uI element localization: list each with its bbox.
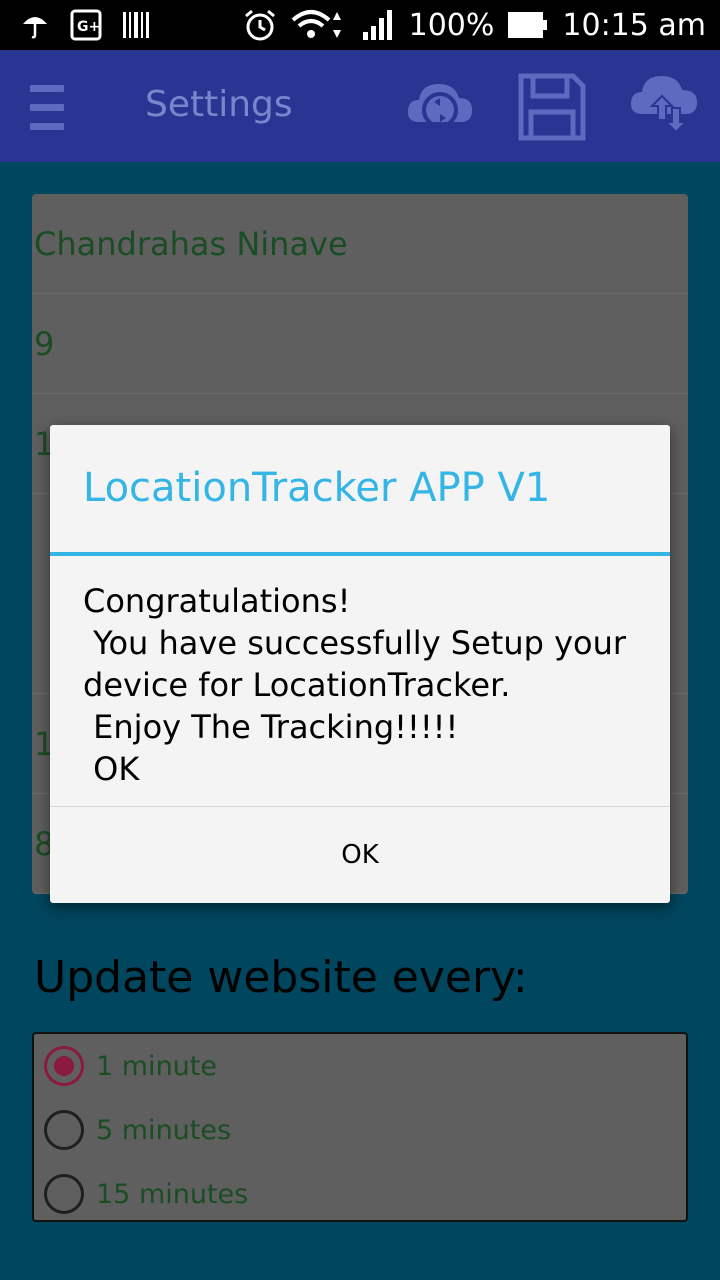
dialog-message-line: Congratulations! <box>83 582 351 620</box>
cloud-sync-icon[interactable] <box>405 72 475 142</box>
app-bar: Settings <box>0 50 720 162</box>
alarm-icon <box>244 9 275 41</box>
status-bar: G+ 100% 10:15 am <box>0 0 720 50</box>
dialog-message-line: device for LocationTracker. <box>83 666 511 704</box>
radio-option-5-minutes[interactable]: 5 minutes <box>44 1102 231 1158</box>
dialog-message-line: OK <box>83 750 140 788</box>
ok-button[interactable]: OK <box>50 807 670 903</box>
status-time: 10:15 am <box>562 7 706 43</box>
radio-checked-icon <box>44 1046 84 1086</box>
wifi-icon <box>291 10 341 38</box>
radio-label: 1 minute <box>96 1050 217 1082</box>
update-interval-radio-group: 1 minute 5 minutes 15 minutes <box>32 1032 688 1222</box>
umbrella-icon <box>23 17 47 39</box>
battery-icon <box>508 12 548 38</box>
dialog-title: LocationTracker APP V1 <box>83 465 551 511</box>
save-icon[interactable] <box>517 72 587 142</box>
radio-label: 15 minutes <box>96 1178 249 1210</box>
setting-field[interactable]: 9 <box>32 294 688 394</box>
dialog-message-line: Enjoy The Tracking!!!!! <box>83 708 459 746</box>
radio-option-1-minute[interactable]: 1 minute <box>44 1038 217 1094</box>
barcode-icon <box>123 12 149 38</box>
svg-text:G+: G+ <box>77 19 100 35</box>
menu-icon[interactable] <box>30 85 64 131</box>
signal-icon <box>362 10 392 40</box>
setting-field-name[interactable]: Chandrahas Ninave <box>32 194 688 294</box>
radio-unchecked-icon <box>44 1174 84 1214</box>
gplus-icon: G+ <box>70 9 102 41</box>
dialog-message: Congratulations! You have successfully S… <box>83 580 653 790</box>
update-interval-label: Update website every: <box>34 952 528 1003</box>
radio-unchecked-icon <box>44 1110 84 1150</box>
congratulations-dialog: LocationTracker APP V1 Congratulations! … <box>50 425 670 903</box>
cloud-upload-download-icon[interactable] <box>630 72 700 142</box>
page-title: Settings <box>145 84 293 125</box>
dialog-title-divider <box>50 552 670 556</box>
dialog-message-line: You have successfully Setup your <box>83 624 627 662</box>
radio-label: 5 minutes <box>96 1114 232 1146</box>
battery-percent: 100% <box>408 7 495 43</box>
radio-option-15-minutes[interactable]: 15 minutes <box>44 1166 248 1222</box>
